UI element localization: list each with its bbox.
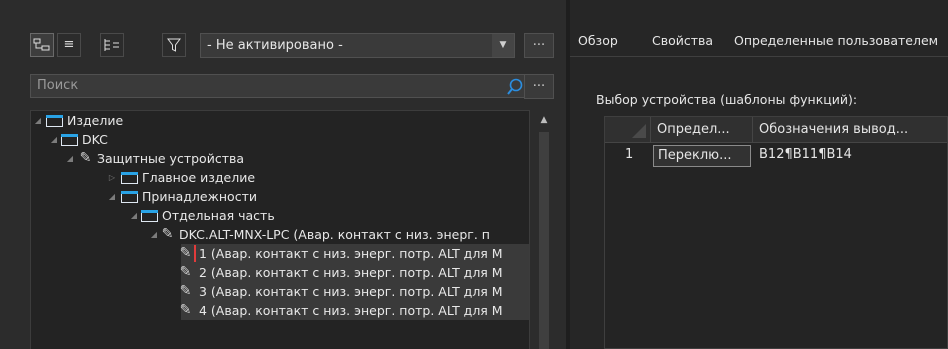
folder-icon — [61, 134, 78, 146]
tree-row[interactable]: ◢ Изделие — [31, 111, 529, 130]
tree-row[interactable]: ◢ Принадлежности — [31, 187, 529, 206]
grid-row-number: 1 — [625, 147, 634, 162]
tree-row[interactable]: ◢ DKC — [31, 130, 529, 149]
tree-row-selected[interactable]: ✎ 2 (Авар. контакт с низ. энерг. потр. A… — [180, 263, 529, 282]
tree-row-label: Изделие — [67, 113, 124, 128]
tab-properties[interactable]: Свойства — [652, 33, 713, 51]
tree-row-selected[interactable]: ✎ 3 (Авар. контакт с низ. энерг. потр. A… — [180, 282, 529, 301]
scroll-up-icon[interactable]: ▲ — [536, 114, 552, 126]
function-template-grid[interactable]: Определ... Обозначения вывод... 1 Перекл… — [604, 116, 948, 349]
collapse-arrow-icon[interactable]: ◢ — [33, 111, 43, 130]
device-tree[interactable]: ◢ Изделие ◢ DKC ◢ ✎ Защитные устройства … — [30, 110, 530, 349]
hierarchy-view-button[interactable] — [100, 33, 124, 57]
filter-button[interactable] — [162, 33, 186, 57]
tab-overview[interactable]: Обзор — [578, 33, 618, 51]
tab-user-defined[interactable]: Определенные пользователем — [734, 33, 938, 51]
tree-row-label: Отдельная часть — [162, 208, 275, 223]
tree-view-button[interactable] — [30, 33, 54, 57]
device-selection-label: Выбор устройства (шаблоны функций): — [596, 92, 858, 107]
selection-marker — [194, 245, 196, 262]
device-icon: ✎ — [179, 283, 192, 299]
list-view-button[interactable]: ≡ — [57, 33, 81, 57]
tree-row-label: 3 (Авар. контакт с низ. энерг. потр. ALT… — [199, 284, 503, 299]
tree-row-label: 2 (Авар. контакт с низ. энерг. потр. ALT… — [199, 265, 503, 280]
tree-row-label: Главное изделие — [142, 170, 256, 185]
search-input[interactable]: Поиск — [30, 74, 530, 98]
scrollbar-thumb[interactable] — [539, 132, 549, 349]
collapse-arrow-icon[interactable]: ◢ — [129, 206, 139, 225]
device-icon: ✎ — [179, 264, 192, 280]
tree-row-label: DKC.ALT-MNX-LPC (Авар. контакт с низ. эн… — [179, 227, 490, 242]
tree-row[interactable]: ◢ Отдельная часть — [31, 206, 529, 225]
navigator-pane: ≡ - Не активировано - ▼ ... Поиск ... ◢ … — [0, 0, 566, 349]
chevron-down-icon[interactable]: ▼ — [492, 34, 514, 57]
grid-header-definition[interactable]: Определ... — [651, 117, 753, 143]
tree-row[interactable]: ◢ ✎ Защитные устройства — [31, 149, 529, 168]
collapse-arrow-icon[interactable]: ◢ — [149, 225, 159, 244]
search-placeholder: Поиск — [37, 78, 79, 93]
device-icon: ✎ — [179, 245, 192, 261]
filter-combo-value: - Не активировано - — [207, 38, 343, 53]
tree-row-label: Принадлежности — [142, 189, 257, 204]
folder-icon — [121, 172, 138, 184]
filter-combo[interactable]: - Не активировано - ▼ — [200, 33, 515, 58]
tree-row-selected[interactable]: ✎ 1 (Авар. контакт с низ. энерг. потр. A… — [180, 244, 529, 263]
folder-icon — [141, 210, 158, 222]
tree-row-label: 4 (Авар. контакт с низ. энерг. потр. ALT… — [199, 303, 503, 318]
tree-scrollbar[interactable]: ▲ — [536, 110, 552, 349]
properties-pane: Обзор Свойства Определенные пользователе… — [570, 0, 948, 349]
list-icon: ≡ — [63, 37, 75, 52]
filter-icon — [167, 38, 181, 52]
tree-row[interactable]: ▷ Главное изделие — [31, 168, 529, 187]
filter-more-button[interactable]: ... — [524, 33, 554, 58]
tree-row-selected[interactable]: ✎ 4 (Авар. контакт с низ. энерг. потр. A… — [180, 301, 529, 320]
collapse-arrow-icon[interactable]: ◢ — [65, 149, 75, 168]
grid-corner[interactable] — [605, 117, 651, 143]
grid-cell-pin-designations[interactable]: B12¶B11¶B14 — [753, 143, 947, 167]
folder-icon — [46, 115, 63, 127]
collapse-arrow-icon[interactable]: ◢ — [107, 187, 117, 206]
search-icon[interactable] — [505, 77, 525, 97]
tree-view-icon — [33, 38, 50, 51]
device-icon: ✎ — [79, 150, 92, 166]
tree-row[interactable]: ◢ ✎ DKC.ALT-MNX-LPC (Авар. контакт с низ… — [31, 225, 529, 244]
tree-row-label: DKC — [82, 132, 108, 147]
device-icon: ✎ — [161, 226, 174, 242]
tree-row-label: Защитные устройства — [97, 151, 244, 166]
collapse-arrow-icon[interactable]: ◢ — [49, 130, 59, 149]
grid-cell-definition[interactable]: Переклю... — [653, 145, 751, 167]
tab-divider — [570, 56, 948, 57]
hierarchy-icon — [104, 39, 119, 51]
grid-header-pin-designations[interactable]: Обозначения вывод... — [753, 117, 947, 143]
device-icon: ✎ — [179, 302, 192, 318]
expand-arrow-icon[interactable]: ▷ — [107, 168, 117, 187]
folder-icon — [121, 191, 138, 203]
tree-row-label: 1 (Авар. контакт с низ. энерг. потр. ALT… — [199, 246, 503, 261]
search-more-button[interactable]: ... — [524, 74, 554, 99]
